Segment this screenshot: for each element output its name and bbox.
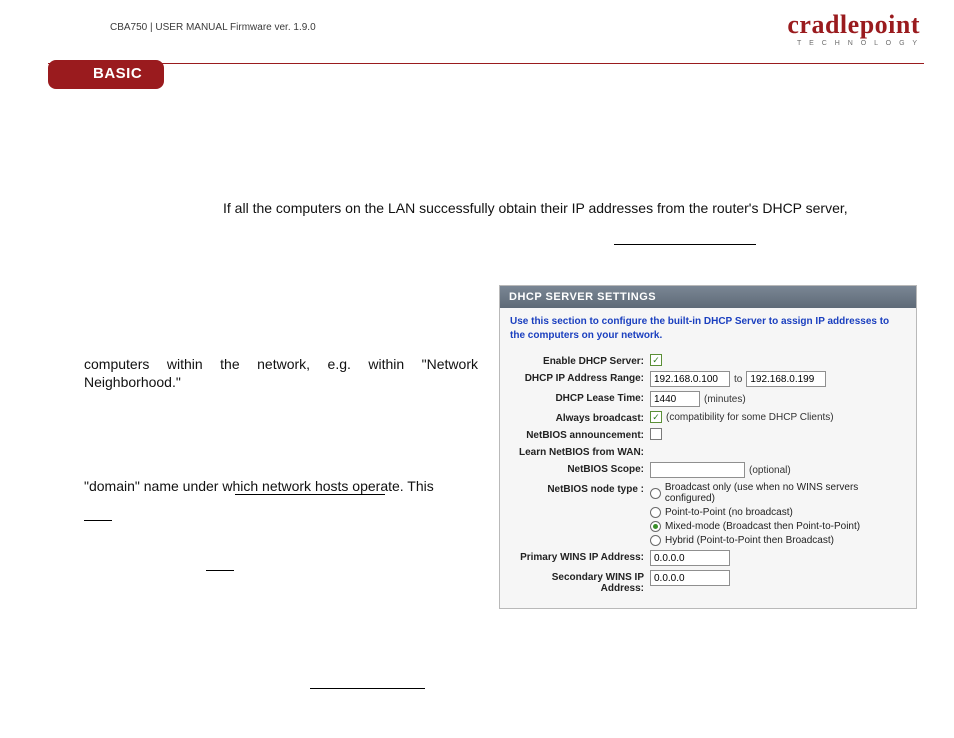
- lease-unit: (minutes): [704, 394, 746, 405]
- header-divider: [48, 63, 924, 64]
- panel-description: Use this section to configure the built-…: [500, 308, 916, 348]
- label-netbios-announcement: NetBIOS announcement:: [508, 428, 650, 441]
- body-paragraph-2: computers within the network, e.g. withi…: [84, 356, 478, 391]
- brand-name: cradlepoint: [787, 12, 920, 38]
- underline-fragment: [235, 494, 385, 495]
- radio-label: Hybrid (Point-to-Point then Broadcast): [665, 535, 834, 546]
- input-ip-range-from[interactable]: [650, 371, 730, 387]
- manual-version-line: CBA750 | USER MANUAL Firmware ver. 1.9.0: [110, 22, 316, 33]
- checkbox-netbios-announcement[interactable]: [650, 428, 662, 440]
- brand-logo: cradlepoint T E C H N O L O G Y: [787, 12, 920, 47]
- row-netbios-node-type: NetBIOS node type : Broadcast only (use …: [508, 482, 908, 546]
- row-learn-netbios: Learn NetBIOS from WAN:: [508, 445, 908, 458]
- radio-label: Broadcast only (use when no WINS servers…: [665, 482, 908, 504]
- panel-title: DHCP SERVER SETTINGS: [500, 286, 916, 308]
- label-always-broadcast: Always broadcast:: [508, 411, 650, 424]
- netbios-scope-hint: (optional): [749, 465, 791, 476]
- radio-broadcast-only[interactable]: Broadcast only (use when no WINS servers…: [650, 482, 908, 504]
- input-primary-wins[interactable]: [650, 550, 730, 566]
- label-netbios-node-type: NetBIOS node type :: [508, 482, 650, 495]
- row-lease-time: DHCP Lease Time: (minutes): [508, 391, 908, 407]
- radio-label: Mixed-mode (Broadcast then Point-to-Poin…: [665, 521, 860, 532]
- row-secondary-wins: Secondary WINS IP Address:: [508, 570, 908, 594]
- checkbox-enable-dhcp[interactable]: ✓: [650, 354, 662, 366]
- radio-hybrid[interactable]: Hybrid (Point-to-Point then Broadcast): [650, 535, 908, 546]
- body-paragraph-1: If all the computers on the LAN successf…: [223, 200, 848, 216]
- label-netbios-scope: NetBIOS Scope:: [508, 462, 650, 475]
- row-always-broadcast: Always broadcast: ✓ (compatibility for s…: [508, 411, 908, 424]
- brand-tagline: T E C H N O L O G Y: [787, 40, 920, 47]
- radio-mixed-mode[interactable]: Mixed-mode (Broadcast then Point-to-Poin…: [650, 521, 908, 532]
- row-primary-wins: Primary WINS IP Address:: [508, 550, 908, 566]
- underline-fragment: [614, 244, 756, 245]
- input-lease-time[interactable]: [650, 391, 700, 407]
- body-paragraph-3: "domain" name under which network hosts …: [84, 478, 478, 496]
- underline-fragment: [84, 520, 112, 521]
- dhcp-settings-panel: DHCP SERVER SETTINGS Use this section to…: [499, 285, 917, 609]
- label-ip-range: DHCP IP Address Range:: [508, 371, 650, 384]
- underline-fragment: [206, 570, 234, 571]
- ip-range-separator: to: [734, 374, 742, 385]
- section-tab-basic: BASIC: [48, 60, 164, 89]
- row-netbios-scope: NetBIOS Scope: (optional): [508, 462, 908, 478]
- label-lease-time: DHCP Lease Time:: [508, 391, 650, 404]
- underline-fragment: [310, 688, 425, 689]
- radio-point-to-point[interactable]: Point-to-Point (no broadcast): [650, 507, 908, 518]
- label-secondary-wins: Secondary WINS IP Address:: [508, 570, 650, 594]
- input-secondary-wins[interactable]: [650, 570, 730, 586]
- input-ip-range-to[interactable]: [746, 371, 826, 387]
- row-ip-range: DHCP IP Address Range: to: [508, 371, 908, 387]
- radio-label: Point-to-Point (no broadcast): [665, 507, 793, 518]
- checkbox-always-broadcast[interactable]: ✓: [650, 411, 662, 423]
- label-primary-wins: Primary WINS IP Address:: [508, 550, 650, 563]
- label-learn-netbios: Learn NetBIOS from WAN:: [508, 445, 650, 458]
- input-netbios-scope[interactable]: [650, 462, 745, 478]
- always-broadcast-hint: (compatibility for some DHCP Clients): [666, 412, 834, 423]
- row-netbios-announcement: NetBIOS announcement:: [508, 428, 908, 441]
- label-enable-dhcp: Enable DHCP Server:: [508, 354, 650, 367]
- dhcp-form: Enable DHCP Server: ✓ DHCP IP Address Ra…: [500, 348, 916, 608]
- row-enable-dhcp: Enable DHCP Server: ✓: [508, 354, 908, 367]
